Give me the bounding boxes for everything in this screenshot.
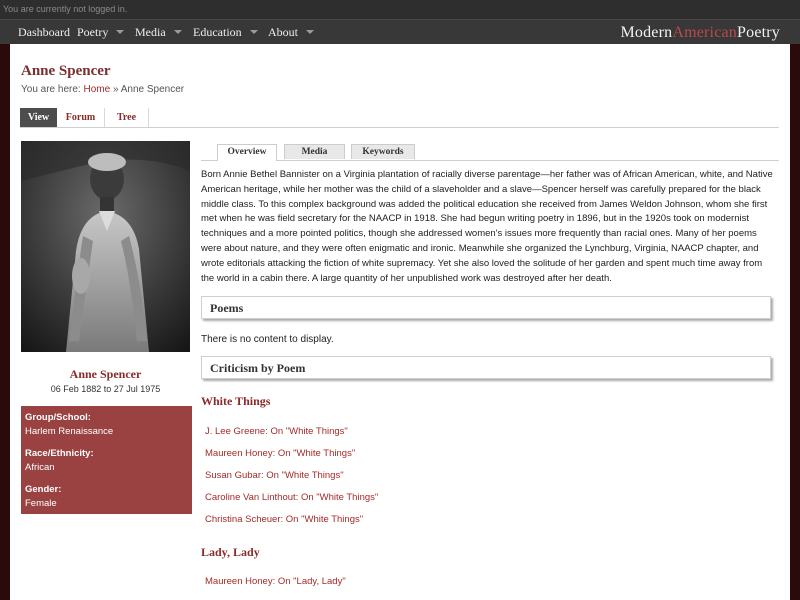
nav-poetry[interactable]: Poetry <box>77 20 125 44</box>
page-title: Anne Spencer <box>21 63 111 79</box>
poems-empty-message: There is no content to display. <box>201 334 334 345</box>
tab-media[interactable]: Media <box>284 144 345 159</box>
author-name: Anne Spencer <box>69 367 142 381</box>
info-label-race: Race/Ethnicity: <box>25 448 94 459</box>
info-value-group: Harlem Renaissance <box>25 426 114 437</box>
info-value-gender: Female <box>25 498 57 509</box>
logo-part-modern: Modern <box>620 24 673 41</box>
content-tabs: Overview Media Keywords <box>201 144 779 161</box>
nav-poetry-label: Poetry <box>77 25 109 39</box>
poem-heading-lady-lady: Lady, Lady <box>201 545 260 559</box>
breadcrumb-separator: » <box>112 84 119 95</box>
site-logo[interactable]: ModernAmericanPoetry <box>620 20 780 45</box>
info-label-gender: Gender: <box>25 484 62 495</box>
view-tabs: View Forum Tree <box>20 108 779 128</box>
nav-about-label: About <box>268 25 298 39</box>
nav-media-label: Media <box>135 25 166 39</box>
login-status-bar: You are currently not logged in. <box>0 0 800 19</box>
tab-overview[interactable]: Overview <box>217 144 277 161</box>
criticism-link[interactable]: Maureen Honey: On "Lady, Lady" <box>205 576 346 587</box>
nav-media[interactable]: Media <box>135 20 182 44</box>
criticism-link[interactable]: Susan Gubar: On "White Things" <box>205 470 344 481</box>
nav-about[interactable]: About <box>268 20 314 44</box>
nav-education[interactable]: Education <box>193 20 258 44</box>
page-content: Anne Spencer You are here: Home » Anne S… <box>10 44 790 600</box>
author-portrait <box>21 141 190 352</box>
nav-dashboard-label: Dashboard <box>18 25 70 39</box>
author-bio: Born Annie Bethel Bannister on a Virgini… <box>201 169 773 284</box>
criticism-link[interactable]: Caroline Van Linthout: On "White Things" <box>205 492 378 503</box>
nav-dashboard[interactable]: Dashboard <box>18 20 70 44</box>
author-dates: 06 Feb 1882 to 27 Jul 1975 <box>50 384 161 394</box>
criticism-section-header: Criticism by Poem <box>201 356 771 379</box>
breadcrumb-prefix: You are here: <box>21 84 81 95</box>
breadcrumb: You are here: Home » Anne Spencer <box>21 84 184 95</box>
criticism-link[interactable]: Maureen Honey: On "White Things" <box>205 448 355 459</box>
poem-heading-white-things: White Things <box>201 394 271 408</box>
info-label-group: Group/School: <box>25 412 91 423</box>
chevron-down-icon <box>249 30 258 35</box>
author-info-box: Group/School: Harlem Renaissance Race/Et… <box>21 406 192 514</box>
login-status-text: You are currently not logged in. <box>3 4 128 14</box>
chevron-down-icon <box>306 30 314 35</box>
poems-section-header: Poems <box>201 296 771 319</box>
criticism-link[interactable]: J. Lee Greene: On "White Things" <box>205 426 348 437</box>
author-portrait-image <box>21 141 190 352</box>
breadcrumb-home-link[interactable]: Home <box>83 84 110 95</box>
logo-part-poetry: Poetry <box>737 24 780 41</box>
tab-keywords[interactable]: Keywords <box>351 144 415 159</box>
chevron-down-icon <box>173 30 182 35</box>
main-nav: Dashboard Poetry Media Education About M… <box>0 19 800 44</box>
tab-forum[interactable]: Forum <box>57 108 105 127</box>
criticism-link[interactable]: Christina Scheuer: On "White Things" <box>205 514 363 525</box>
logo-part-american: American <box>672 24 738 41</box>
nav-education-label: Education <box>193 25 242 39</box>
breadcrumb-current: Anne Spencer <box>120 84 185 95</box>
tab-tree[interactable]: Tree <box>105 108 149 127</box>
info-value-race: African <box>25 462 55 473</box>
chevron-down-icon <box>116 30 125 35</box>
tab-view[interactable]: View <box>20 108 57 127</box>
